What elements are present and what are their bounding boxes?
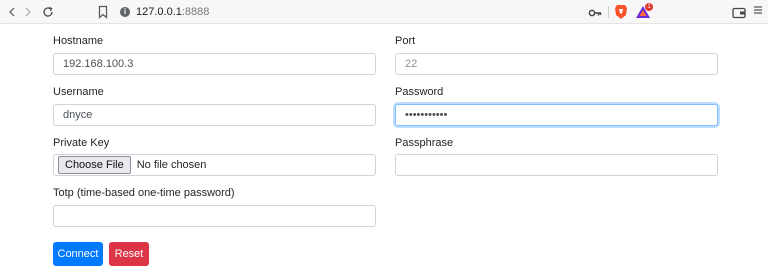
passphrase-label: Passphrase <box>395 137 454 149</box>
password-label: Password <box>395 86 444 98</box>
username-value: dnyce <box>63 109 93 121</box>
totp-label: Totp (time-based one-time password) <box>53 187 235 199</box>
wallet-icon[interactable] <box>732 6 746 19</box>
choose-file-button[interactable]: Choose File <box>58 156 131 174</box>
site-info-icon[interactable]: i <box>120 7 130 17</box>
password-input[interactable]: ••••••••••• <box>395 104 718 126</box>
totp-input[interactable] <box>53 205 376 227</box>
bookmark-icon[interactable] <box>98 5 108 19</box>
hostname-value: 192.168.100.3 <box>63 58 134 70</box>
browser-toolbar: i 127.0.0.1:8888 1 <box>0 0 768 24</box>
file-status-text: No file chosen <box>136 159 207 171</box>
username-input[interactable]: dnyce <box>53 104 376 126</box>
reset-button[interactable]: Reset <box>109 242 149 266</box>
hostname-input[interactable]: 192.168.100.3 <box>53 53 376 75</box>
url-text: 127.0.0.1:8888 <box>136 6 210 18</box>
passphrase-input[interactable] <box>395 154 718 176</box>
private-key-file-input[interactable]: Choose File No file chosen <box>53 154 376 176</box>
hamburger-menu-icon[interactable] <box>752 4 764 20</box>
connect-button[interactable]: Connect <box>53 242 103 266</box>
private-key-label: Private Key <box>53 137 110 149</box>
reload-icon[interactable] <box>40 0 56 24</box>
brave-shield-icon[interactable] <box>614 4 628 20</box>
port-placeholder: 22 <box>405 58 418 70</box>
forward-icon[interactable] <box>20 0 36 24</box>
address-bar[interactable]: i 127.0.0.1:8888 <box>120 2 640 22</box>
password-masked-value: ••••••••••• <box>405 109 448 121</box>
port-input[interactable]: 22 <box>395 53 718 75</box>
back-icon[interactable] <box>4 0 20 24</box>
rewards-badge: 1 <box>645 3 653 11</box>
username-label: Username <box>53 86 104 98</box>
key-icon[interactable] <box>588 6 602 18</box>
port-label: Port <box>395 35 416 47</box>
toolbar-divider <box>608 6 609 18</box>
hostname-label: Hostname <box>53 35 104 47</box>
